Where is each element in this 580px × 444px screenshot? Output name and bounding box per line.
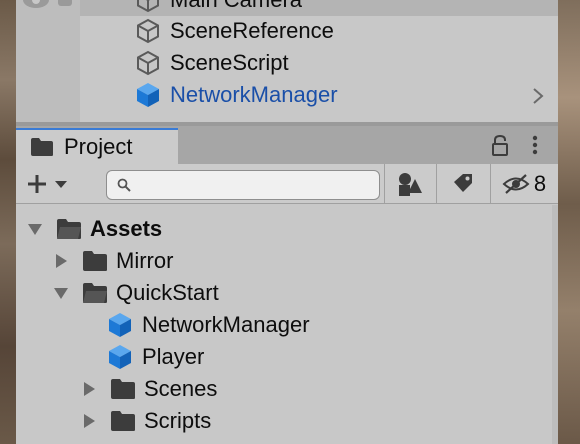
search-icon xyxy=(117,178,131,192)
hierarchy-item-scene-script[interactable]: SceneScript xyxy=(134,47,289,79)
plus-icon xyxy=(28,175,46,193)
tree-item-label: Scripts xyxy=(144,408,212,433)
hierarchy-item-label: Main Camera xyxy=(170,0,302,13)
expand-arrow-down-icon[interactable] xyxy=(26,220,44,238)
hierarchy-item-scene-reference[interactable]: SceneReference xyxy=(134,15,334,47)
hidden-package-count: 8 xyxy=(533,171,547,196)
prefab-cube-icon xyxy=(109,313,131,337)
scene-view-background-right xyxy=(558,0,580,444)
tree-item-label: NetworkManager xyxy=(142,312,310,337)
project-panel: Project 8 Assets Mirror QuickStart Netwo… xyxy=(16,126,558,444)
search-field[interactable] xyxy=(106,170,380,200)
tree-item-scenes[interactable]: Scenes xyxy=(80,373,217,405)
hidden-packages-toggle[interactable]: 8 xyxy=(494,164,554,204)
hierarchy-panel: Main Camera SceneReference SceneScript N… xyxy=(16,0,558,122)
folder-icon xyxy=(83,251,107,271)
tab-project[interactable]: Project xyxy=(16,128,178,164)
prefab-cube-icon xyxy=(137,83,159,107)
tab-label: Project xyxy=(64,134,133,159)
expand-arrow-down-icon[interactable] xyxy=(52,284,70,302)
expand-arrow-right-icon[interactable] xyxy=(80,412,98,430)
hierarchy-item-network-manager[interactable]: NetworkManager xyxy=(134,79,338,111)
expand-arrow-right-icon[interactable] xyxy=(80,380,98,398)
tree-item-label: QuickStart xyxy=(116,280,219,305)
shapes-filter-icon xyxy=(399,173,422,196)
create-asset-button[interactable] xyxy=(26,170,82,198)
hierarchy-gutter xyxy=(16,0,80,122)
project-toolbar: 8 xyxy=(16,164,558,204)
gameobject-outline-icon xyxy=(137,50,159,76)
hierarchy-item-label: SceneReference xyxy=(170,18,334,43)
expand-arrow-right-icon[interactable] xyxy=(52,252,70,270)
tree-item-quickstart[interactable]: QuickStart xyxy=(52,277,219,309)
tree-item-assets[interactable]: Assets xyxy=(26,213,162,245)
scene-view-background xyxy=(0,0,16,444)
tree-item-network-manager-prefab[interactable]: NetworkManager xyxy=(106,309,310,341)
chevron-right-icon[interactable] xyxy=(528,86,548,106)
hierarchy-item-label: NetworkManager xyxy=(170,82,338,107)
gameobject-outline-icon xyxy=(137,18,159,44)
tree-item-player-prefab[interactable]: Player xyxy=(106,341,204,373)
pickable-hand-icon[interactable] xyxy=(56,0,74,10)
toolbar-separator xyxy=(490,164,491,204)
folder-icon xyxy=(111,411,135,431)
more-options-icon[interactable] xyxy=(530,134,540,156)
search-input[interactable] xyxy=(137,174,375,196)
tree-item-label: Player xyxy=(142,344,205,369)
lock-icon[interactable] xyxy=(490,134,510,156)
prefab-cube-icon xyxy=(109,345,131,369)
visibility-eye-icon[interactable] xyxy=(20,0,52,10)
hierarchy-item-main-camera[interactable]: Main Camera xyxy=(80,0,558,16)
tree-item-label: Scenes xyxy=(144,376,218,401)
tree-item-mirror[interactable]: Mirror xyxy=(52,245,173,277)
toolbar-separator xyxy=(436,164,437,204)
eye-slash-icon xyxy=(502,174,530,194)
hierarchy-item-label: SceneScript xyxy=(170,50,289,75)
label-tag-icon xyxy=(454,174,472,192)
search-by-type-button[interactable] xyxy=(386,164,434,204)
tree-item-label: Mirror xyxy=(116,248,174,273)
folder-icon xyxy=(111,379,135,399)
search-by-label-button[interactable] xyxy=(438,164,488,204)
project-scrollbar[interactable] xyxy=(552,205,558,444)
project-tab-bar: Project xyxy=(16,126,558,164)
dropdown-arrow-icon xyxy=(55,181,67,188)
folder-open-icon xyxy=(83,283,107,303)
folder-icon xyxy=(31,138,53,156)
toolbar-separator xyxy=(384,164,385,204)
tree-item-label: Assets xyxy=(90,216,163,241)
folder-open-icon xyxy=(57,219,81,239)
gameobject-outline-icon xyxy=(137,0,159,13)
project-tree: Assets Mirror QuickStart NetworkManager … xyxy=(16,205,558,444)
tree-item-scripts[interactable]: Scripts xyxy=(80,405,211,437)
